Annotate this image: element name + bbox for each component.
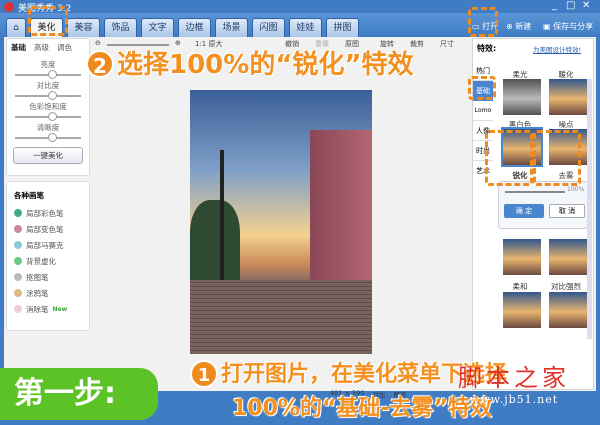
brightness-slider[interactable] xyxy=(15,70,81,79)
watermark-url: www.jb51.net xyxy=(469,393,559,406)
tree-left xyxy=(190,200,240,280)
tab-pintu[interactable]: 拼图 xyxy=(326,18,359,37)
brush-label: 背景虚化 xyxy=(26,256,56,266)
effects-title: 特效: xyxy=(477,44,497,53)
tab-biankuang[interactable]: 边框 xyxy=(178,18,211,37)
photo-canvas[interactable] xyxy=(190,90,372,354)
title-bar: 美图秀秀 3.2 _ □ ✕ xyxy=(0,0,600,14)
highlight-basic-category xyxy=(468,76,496,100)
brush-label: 涂鸦笔 xyxy=(26,288,49,298)
save-label: 保存与分享 xyxy=(553,22,594,31)
brush-label: 抠图笔 xyxy=(26,272,49,282)
step2-number: 2 xyxy=(86,50,114,78)
watermark-name: 脚本之家 xyxy=(458,364,570,392)
new-label: 新建 xyxy=(515,22,532,31)
tab-meirong[interactable]: 美容 xyxy=(67,18,100,37)
sharpness-label: 清晰度 xyxy=(36,123,60,132)
highlight-dehaze xyxy=(533,130,581,186)
minimize-button[interactable]: _ xyxy=(552,0,557,11)
cancel-button[interactable]: 取 消 xyxy=(549,204,585,218)
main-tabs: ⌂ 美化 美容 饰品 文字 边框 场景 闪图 娃娃 拼图 ▭ 打开 ⊕ 新建 ▣… xyxy=(0,13,600,37)
tab-shantu[interactable]: 闪图 xyxy=(252,18,285,37)
step1-number: 1 xyxy=(190,360,218,388)
brightness-label: 亮度 xyxy=(40,60,56,69)
one-click-beautify-button[interactable]: 一键美化 xyxy=(13,147,83,164)
design-effect-link[interactable]: 为美图设计特效! xyxy=(533,44,581,54)
brush-doodle[interactable]: 涂鸦笔 xyxy=(7,285,89,301)
sharpness-slider[interactable] xyxy=(15,133,81,142)
tab-wenzi[interactable]: 文字 xyxy=(141,18,174,37)
strength-slider[interactable] xyxy=(505,191,565,193)
contrast-slider[interactable] xyxy=(15,91,81,100)
tab-color[interactable]: 调色 xyxy=(57,42,72,53)
effects-scrollbar[interactable] xyxy=(587,79,592,339)
contrast-label: 对比度 xyxy=(36,81,60,90)
effect-soft-light[interactable] xyxy=(503,79,541,115)
highlight-meihua-tab xyxy=(28,6,68,36)
close-button[interactable]: ✕ xyxy=(582,0,590,11)
effect-high-contrast[interactable] xyxy=(549,292,587,328)
thumb-label: 柔和 xyxy=(512,282,528,291)
watermark: 脚本之家 www.jb51.net xyxy=(458,358,570,406)
app-logo-icon xyxy=(4,2,14,12)
brushes-panel: 各种画笔 局部彩色笔 局部变色笔 局部马赛克 背景虚化 抠图笔 涂鸦笔 消除笔 N… xyxy=(6,181,90,331)
tab-advanced[interactable]: 高级 xyxy=(34,42,49,53)
brush-background-blur[interactable]: 背景虚化 xyxy=(7,253,89,269)
tab-wawa[interactable]: 娃娃 xyxy=(289,18,322,37)
new-button[interactable]: ⊕ 新建 xyxy=(506,21,531,32)
strength-value: 100% xyxy=(567,186,585,193)
brush-label: 局部马赛克 xyxy=(26,240,64,250)
building-right xyxy=(310,130,372,280)
maximize-button[interactable]: □ xyxy=(566,0,575,11)
step1-line2: 100%的“基础-去雾”特效 xyxy=(232,396,493,421)
effect-soft[interactable] xyxy=(503,292,541,328)
effect-thumb[interactable] xyxy=(549,239,587,275)
saturation-slider[interactable] xyxy=(15,112,81,121)
pavement xyxy=(190,280,372,354)
step-badge: 第一步: xyxy=(0,368,158,420)
brush-label: 局部彩色笔 xyxy=(26,208,64,218)
brush-eraser[interactable]: 消除笔 New xyxy=(7,301,89,317)
brushes-title: 各种画笔 xyxy=(14,191,44,200)
brush-label: 消除笔 xyxy=(26,304,49,314)
highlight-sharpen xyxy=(485,130,533,186)
category-lomo[interactable]: Lomo xyxy=(473,101,493,121)
home-tab[interactable]: ⌂ xyxy=(6,18,26,37)
resize-button[interactable]: 尺寸 xyxy=(440,39,454,49)
tab-shipin[interactable]: 饰品 xyxy=(104,18,137,37)
effect-strength-box: 100% 确 定 取 消 xyxy=(498,181,588,229)
brush-local-recolor[interactable]: 局部变色笔 xyxy=(7,221,89,237)
brush-cutout[interactable]: 抠图笔 xyxy=(7,269,89,285)
brush-local-color[interactable]: 局部彩色笔 xyxy=(7,205,89,221)
tab-basic[interactable]: 基础 xyxy=(11,42,26,53)
highlight-open-button xyxy=(468,7,498,37)
effect-thumb[interactable] xyxy=(503,239,541,275)
step2-annotation: 2 选择100%的“锐化”特效 xyxy=(86,44,414,81)
lamp-post xyxy=(220,150,224,300)
ok-button[interactable]: 确 定 xyxy=(504,204,544,218)
new-badge: New xyxy=(52,305,68,313)
brush-label: 局部变色笔 xyxy=(26,224,64,234)
thumb-label: 对比强烈 xyxy=(551,282,581,291)
adjust-panel: 基础 高级 调色 亮度 对比度 色彩饱和度 清晰度 一键美化 xyxy=(6,38,90,176)
effect-warm[interactable] xyxy=(549,79,587,115)
save-share-button[interactable]: ▣ 保存与分享 xyxy=(543,21,593,32)
brush-mosaic[interactable]: 局部马赛克 xyxy=(7,237,89,253)
saturation-label: 色彩饱和度 xyxy=(29,102,67,111)
tab-changjing[interactable]: 场景 xyxy=(215,18,248,37)
step2-text: 选择100%的“锐化”特效 xyxy=(117,50,414,80)
